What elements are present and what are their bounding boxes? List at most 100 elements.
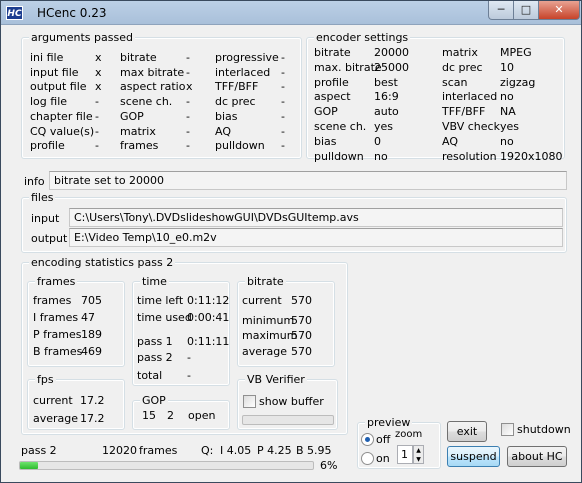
maximize-button[interactable]: □ (513, 1, 539, 20)
close-button[interactable]: ✕ (538, 1, 580, 20)
about-hc-button[interactable]: about HC (507, 446, 567, 467)
frames-value: 189 (81, 328, 102, 341)
setting-label: scan (442, 75, 468, 89)
setting-value: 0 (374, 134, 381, 148)
zoom-label: zoom (395, 429, 423, 440)
encoding-stats-legend: encoding statistics pass 2 (29, 256, 176, 269)
progress-fill (20, 462, 38, 469)
shutdown-checkbox[interactable] (501, 423, 514, 436)
arg-label: max bitrate (120, 65, 185, 79)
arguments-legend: arguments passed (29, 31, 135, 44)
bitrate-value: 570 (291, 294, 312, 307)
setting-label: aspect (314, 90, 351, 104)
frames-value: 469 (81, 345, 102, 358)
gop-legend: GOP (140, 394, 168, 407)
status-pass: pass 2 (21, 444, 57, 457)
arg-label: AQ (215, 124, 231, 138)
setting-value: 16:9 (374, 90, 399, 104)
arg-label: aspect ratio (120, 80, 186, 94)
arg-label: bias (215, 109, 238, 123)
arg-label: profile (30, 139, 65, 153)
preview-off-label[interactable]: off (376, 433, 390, 446)
output-file-field[interactable]: E:\Video Temp\10_e0.m2v (69, 228, 563, 247)
arg-flag: - (186, 95, 190, 109)
chevron-up-icon[interactable]: ▲ (414, 446, 423, 455)
arg-label: chapter file (30, 109, 93, 123)
bitrate-label: current (242, 294, 282, 307)
chevron-down-icon[interactable]: ▼ (414, 455, 423, 464)
vb-buffer-bar (242, 415, 334, 425)
suspend-button[interactable]: suspend (447, 446, 500, 467)
output-label: output (31, 232, 68, 245)
info-label: info (24, 175, 45, 188)
fps-value: 17.2 (80, 394, 105, 407)
time-label: pass 1 (137, 335, 173, 348)
zoom-spinner[interactable]: ▲ ▼ (413, 445, 424, 464)
input-file-field[interactable]: C:\Users\Tony\.DVDslideshowGUI\DVDsGUIte… (69, 208, 563, 227)
arg-label: bitrate (120, 51, 157, 64)
setting-label: bitrate (314, 46, 351, 59)
arg-flag: - (281, 139, 285, 153)
app-icon[interactable]: HC (6, 6, 23, 20)
setting-label: VBV check (442, 120, 500, 133)
arg-label: scene ch. (120, 95, 173, 109)
title-bar[interactable]: HC HCenc 0.23 ─ □ ✕ (1, 1, 581, 25)
zoom-input[interactable]: 1 (397, 445, 413, 464)
arg-label: matrix (120, 124, 156, 138)
arg-flag: - (281, 80, 285, 94)
bitrate-value: 570 (291, 345, 312, 358)
show-buffer-label[interactable]: show buffer (259, 395, 324, 408)
gop-value-c: open (188, 409, 216, 422)
bitrate-value: 570 (291, 314, 312, 327)
arg-flag: - (281, 95, 285, 109)
preview-off-radio[interactable] (361, 433, 374, 446)
arg-label: interlaced (215, 65, 271, 79)
bitrate-label: average (242, 345, 288, 358)
status-q-label: Q: (201, 444, 214, 457)
bitrate-legend: bitrate (245, 275, 286, 288)
shutdown-label[interactable]: shutdown (517, 423, 571, 436)
status-frames-label: frames (139, 444, 178, 457)
time-value: 0:11:12 (187, 294, 230, 307)
preview-on-radio[interactable] (361, 452, 374, 465)
frames-label: B frames (33, 345, 83, 358)
preview-on-label[interactable]: on (376, 452, 390, 465)
minimize-button[interactable]: ─ (488, 1, 514, 20)
arg-flag: - (281, 124, 285, 138)
bitrate-value: 570 (291, 329, 312, 342)
encoding-progress-bar (19, 461, 314, 470)
fps-legend: fps (35, 373, 56, 386)
time-label: time used (137, 311, 192, 324)
setting-label: max. bitrate (314, 60, 382, 74)
zoom-value: 1 (401, 448, 408, 461)
frames-label: frames (33, 294, 72, 307)
setting-label: interlaced (442, 90, 498, 104)
setting-value: MPEG (500, 46, 532, 59)
arg-label: dc prec (215, 95, 256, 109)
fps-label: average (33, 412, 79, 425)
setting-value: no (500, 90, 514, 104)
time-legend: time (140, 275, 169, 288)
setting-value: auto (374, 105, 399, 119)
status-frames-count: 12020 (102, 444, 137, 457)
setting-value: best (374, 75, 398, 89)
status-q-i: I 4.05 (220, 444, 252, 457)
arg-flag: - (95, 109, 99, 123)
time-label: pass 2 (137, 351, 173, 364)
setting-label: matrix (442, 46, 478, 59)
arg-flag: x (95, 51, 102, 64)
arg-flag: - (186, 65, 190, 79)
setting-label: GOP (314, 105, 338, 119)
bitrate-label: maximum (242, 329, 298, 342)
show-buffer-checkbox[interactable] (243, 395, 256, 408)
time-value: 0:11:11 (187, 335, 230, 348)
fps-value: 17.2 (80, 412, 105, 425)
setting-value: 25000 (374, 60, 409, 74)
progress-percent: 6% (320, 459, 338, 472)
frames-value: 47 (81, 311, 95, 324)
status-q-b: B 5.95 (296, 444, 332, 457)
setting-label: pulldown (314, 149, 364, 163)
encoder-settings-legend: encoder settings (314, 31, 411, 44)
exit-button[interactable]: exit (447, 421, 487, 442)
setting-value: 1920x1080 (500, 149, 563, 163)
